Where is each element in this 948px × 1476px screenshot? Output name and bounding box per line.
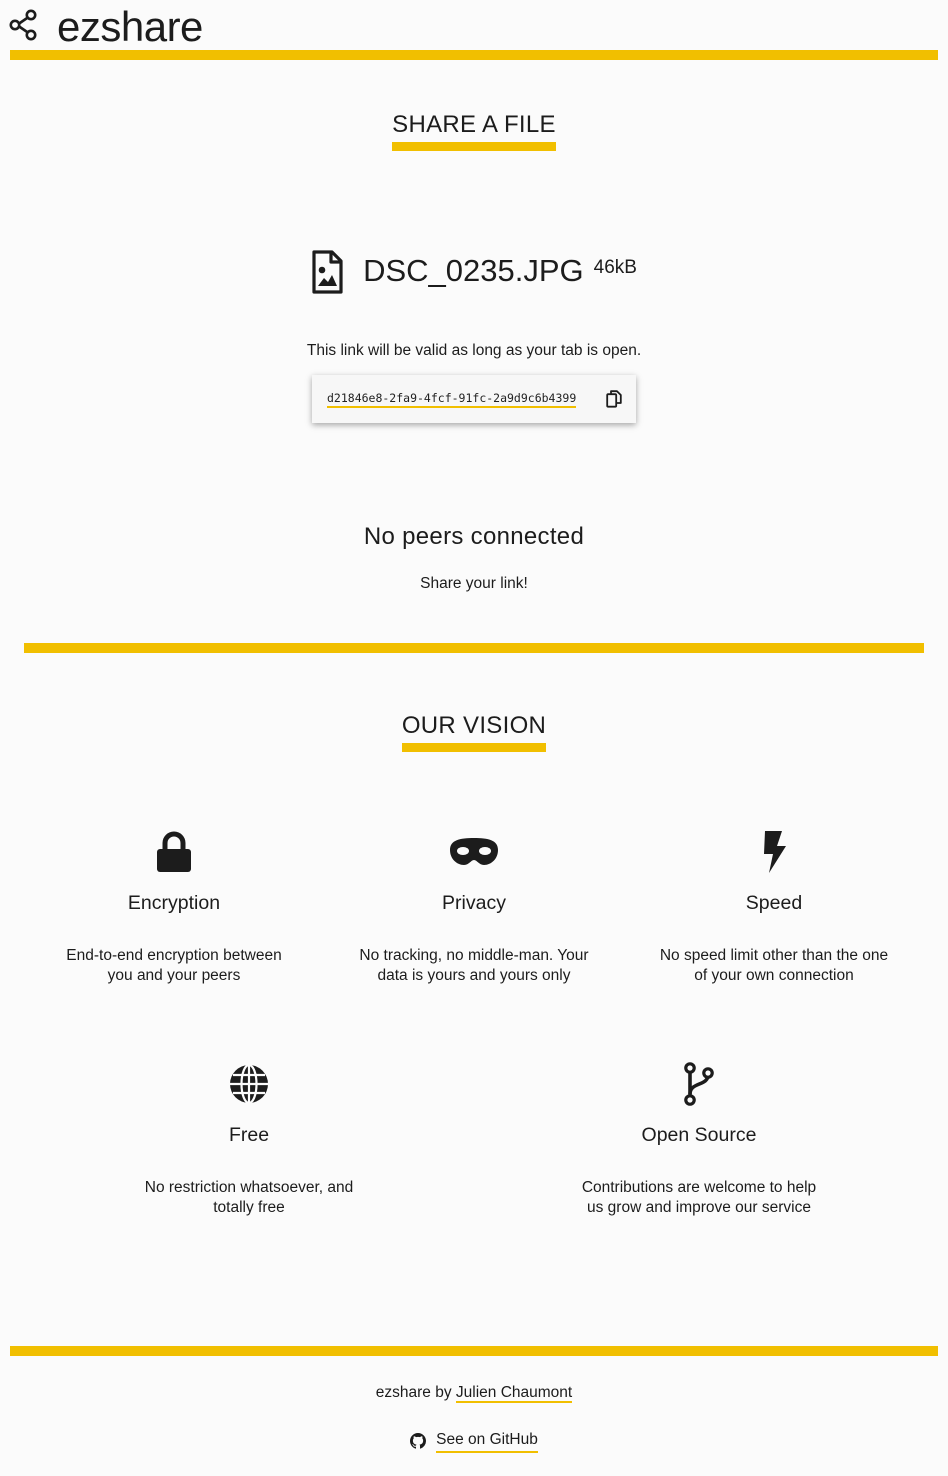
footer-credit-prefix: ezshare by	[375, 1384, 452, 1401]
share-nodes-icon[interactable]	[8, 8, 40, 42]
file-info: DSC_0235.JPG 46kB	[0, 246, 948, 296]
brand-name[interactable]: ezshare	[57, 2, 203, 52]
feature-title: Encryption	[127, 892, 221, 914]
feature-description: No tracking, no middle-man. Your data is…	[344, 946, 604, 986]
footer-divider	[10, 1346, 938, 1356]
feature-free: Free No restriction whatsoever, and tota…	[119, 1062, 379, 1218]
feature-description: No speed limit other than the one of you…	[644, 946, 904, 986]
globe-icon	[230, 1063, 268, 1105]
feature-speed: Speed No speed limit other than the one …	[644, 830, 904, 986]
section-divider	[24, 643, 924, 653]
github-icon[interactable]	[410, 1433, 427, 1449]
feature-description-line: No tracking, no middle-man. Your	[359, 947, 589, 964]
feature-title: Free	[228, 1124, 270, 1146]
peers-status-title: No peers connected	[363, 523, 585, 550]
github-link[interactable]: See on GitHub	[436, 1429, 538, 1453]
feature-description-line: you and your peers	[107, 967, 241, 984]
feature-description-line: of your own connection	[694, 967, 854, 984]
footer-github: See on GitHub	[0, 1429, 948, 1453]
feature-open-source: Open Source Contributions are welcome to…	[569, 1062, 829, 1218]
file-size: 46kB	[593, 257, 637, 278]
feature-description-line: data is yours and yours only	[377, 967, 571, 984]
file-name: DSC_0235.JPG	[363, 253, 584, 288]
file-image-icon	[312, 250, 343, 294]
feature-title: Privacy	[442, 892, 506, 914]
footer-credit: ezshare by Julien Chaumont	[0, 1382, 948, 1404]
vision-section-title: OUR VISION	[0, 711, 948, 752]
bolt-icon	[764, 831, 786, 873]
peers-status-subtitle: Share your link!	[420, 575, 528, 592]
share-link-box: d21846e8-2fa9-4fcf-91fc-2a9d9c6b4399	[312, 375, 636, 423]
feature-description-line: us grow and improve our service	[587, 1199, 811, 1216]
feature-description-line: End-to-end encryption between	[66, 947, 282, 964]
feature-description-line: totally free	[213, 1199, 285, 1216]
feature-privacy: Privacy No tracking, no middle-man. Your…	[344, 830, 604, 986]
feature-description: End-to-end encryption between you and yo…	[44, 946, 304, 986]
share-section-title: SHARE A FILE	[0, 110, 948, 151]
link-validity-note: This link will be valid as long as your …	[306, 342, 642, 359]
copy-icon[interactable]	[606, 390, 622, 408]
feature-title: Open Source	[641, 1124, 757, 1146]
feature-description-line: No speed limit other than the one	[659, 947, 889, 964]
site-header: ezshare	[0, 0, 948, 60]
share-link[interactable]: d21846e8-2fa9-4fcf-91fc-2a9d9c6b4399	[327, 391, 577, 408]
share-title: SHARE A FILE	[392, 110, 556, 151]
feature-title: Speed	[745, 892, 803, 914]
feature-encryption: Encryption End-to-end encryption between…	[44, 830, 304, 986]
header-divider	[10, 50, 938, 60]
feature-description-line: No restriction whatsoever, and	[144, 1179, 354, 1196]
vision-title: OUR VISION	[401, 711, 547, 752]
mask-icon	[450, 838, 498, 865]
code-branch-icon	[684, 1062, 714, 1106]
author-link[interactable]: Julien Chaumont	[455, 1384, 573, 1403]
feature-description: Contributions are welcome to help us gro…	[569, 1178, 829, 1218]
feature-description-line: Contributions are welcome to help	[581, 1179, 817, 1196]
feature-description: No restriction whatsoever, and totally f…	[119, 1178, 379, 1218]
lock-icon	[157, 831, 191, 872]
